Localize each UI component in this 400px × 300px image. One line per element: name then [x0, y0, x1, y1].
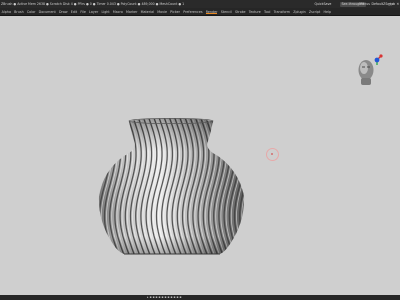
menu-item-material[interactable]: Material — [139, 8, 156, 16]
menu-item-edit[interactable]: Edit — [69, 8, 79, 16]
menu-item-file[interactable]: File — [79, 8, 88, 16]
active-menu-underline — [206, 13, 217, 15]
menu-item-movie[interactable]: Movie — [156, 8, 169, 16]
menu-item-stroke[interactable]: Stroke — [233, 8, 247, 16]
menu-item-color[interactable]: Color — [25, 8, 37, 16]
menu-item-tool[interactable]: Tool — [262, 8, 272, 16]
title-bar: ZBrush ● Active Mem 2638 ● Scratch Disk … — [0, 0, 400, 8]
menu-item-render[interactable]: Render — [204, 8, 219, 16]
menu-item-help[interactable]: Help — [322, 8, 333, 16]
menu-item-zplugin[interactable]: Zplugin — [292, 8, 308, 16]
menu-item-document[interactable]: Document — [37, 8, 57, 16]
menu-item-picker[interactable]: Picker — [169, 8, 182, 16]
bottom-shelf: ▸ ▪ ▪ ▪ ▪ ▪ ▪ ▪ ▪ ▪ ▪ ▪ — [0, 295, 400, 300]
navigation-head-icon[interactable] — [350, 54, 384, 90]
menu-item-marker[interactable]: Marker — [124, 8, 139, 16]
quicksave-button[interactable]: QuickSave — [313, 2, 333, 7]
menu-item-alpha[interactable]: Alpha — [0, 8, 13, 16]
menu-item-zscript[interactable]: Zscript — [307, 8, 322, 16]
vase-mesh[interactable] — [96, 116, 246, 258]
bottom-shelf-label: ▸ ▪ ▪ ▪ ▪ ▪ ▪ ▪ ▪ ▪ ▪ ▪ — [147, 295, 182, 299]
status-readout: ZBrush ● Active Mem 2638 ● Scratch Disk … — [1, 2, 185, 6]
menu-item-texture[interactable]: Texture — [247, 8, 262, 16]
canvas-viewport[interactable] — [0, 16, 400, 295]
menu-item-preferences[interactable]: Preferences — [182, 8, 205, 16]
menu-item-layer[interactable]: Layer — [87, 8, 99, 16]
menu-item-light[interactable]: Light — [100, 8, 111, 16]
menu-bar: Alpha Brush Color Document Draw Edit Fil… — [0, 8, 400, 16]
window-controls[interactable]: ◻ ▭ ✕ — [388, 2, 399, 7]
menu-item-macro[interactable]: Macro — [111, 8, 124, 16]
menu-item-draw[interactable]: Draw — [57, 8, 69, 16]
brush-cursor — [266, 148, 279, 161]
menu-item-stencil[interactable]: Stencil — [219, 8, 233, 16]
menu-item-transform[interactable]: Transform — [272, 8, 292, 16]
menu-item-brush[interactable]: Brush — [13, 8, 26, 16]
